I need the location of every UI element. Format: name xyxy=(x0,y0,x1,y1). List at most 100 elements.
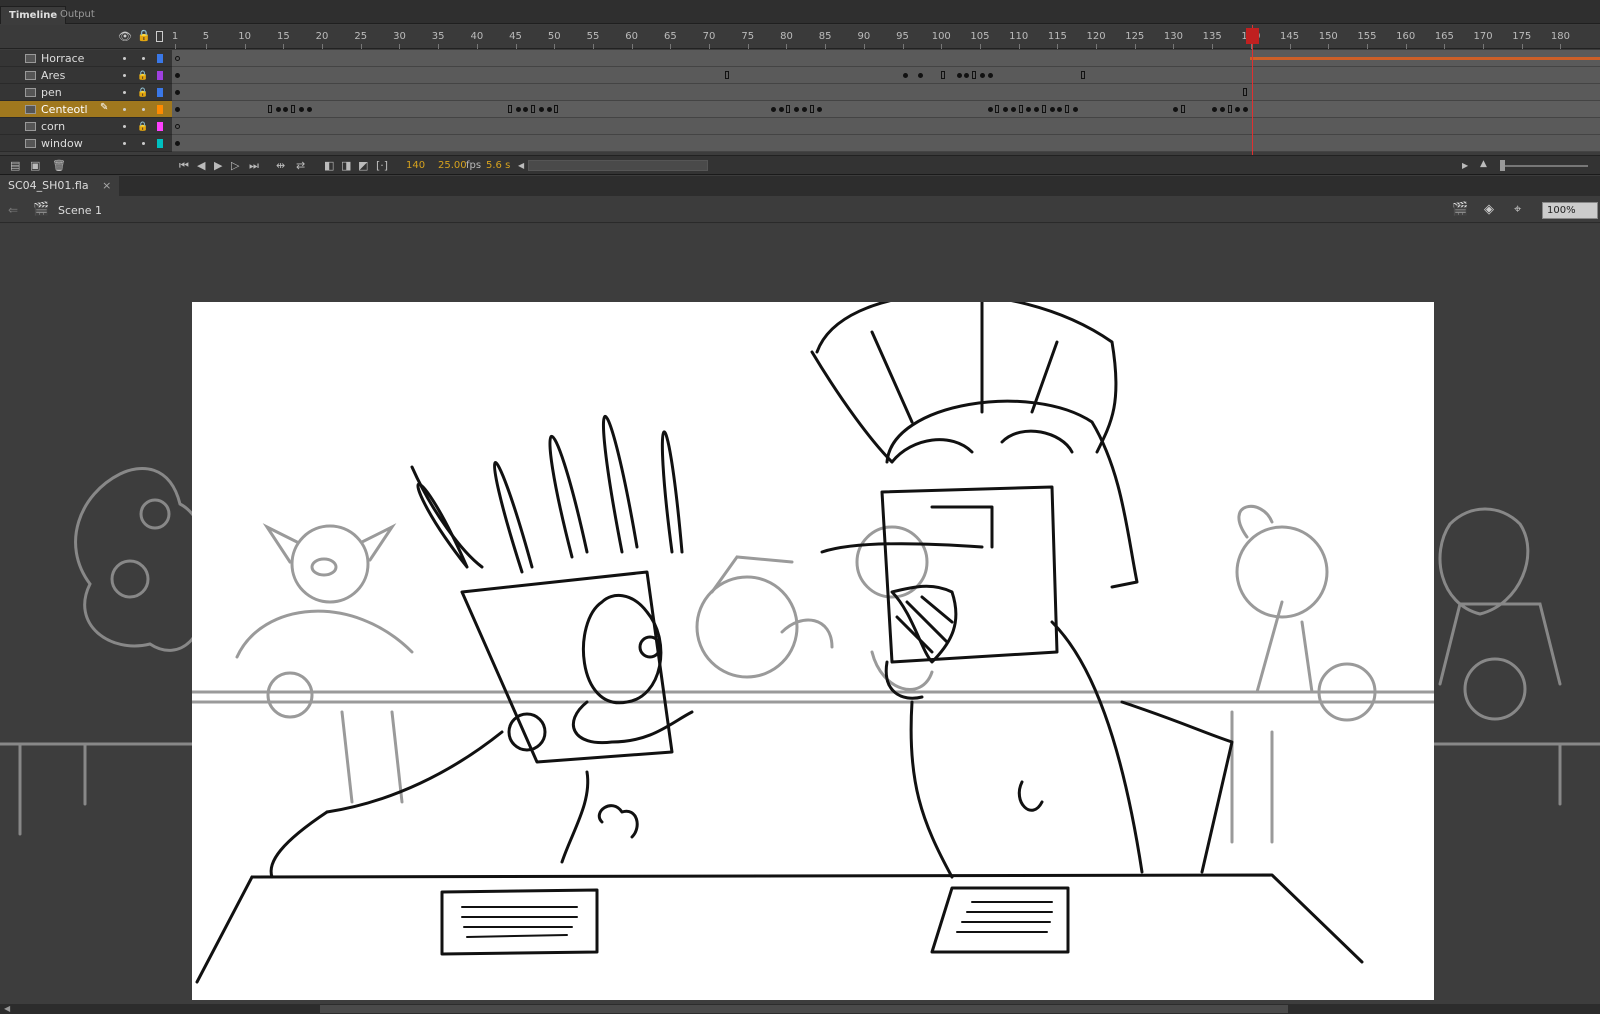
visibility-toggle[interactable] xyxy=(123,108,126,111)
keyframe[interactable] xyxy=(275,107,281,112)
keyframe[interactable] xyxy=(1034,107,1040,112)
visibility-toggle[interactable] xyxy=(123,91,126,94)
playhead[interactable] xyxy=(1246,28,1259,44)
keyframe[interactable] xyxy=(523,107,529,112)
timeline-scroll-thumb[interactable] xyxy=(528,160,708,171)
step-forward-icon[interactable]: ▷ xyxy=(231,159,239,172)
frame-number[interactable]: 45 xyxy=(509,31,522,42)
keyframe[interactable] xyxy=(1173,107,1179,112)
stage[interactable] xyxy=(190,290,1436,1000)
keyframe[interactable] xyxy=(956,73,962,78)
keyframe[interactable] xyxy=(1010,107,1016,112)
keyframe[interactable] xyxy=(1003,107,1009,112)
step-back-icon[interactable]: ◀ xyxy=(197,159,205,172)
frame-number[interactable]: 90 xyxy=(857,31,870,42)
frame-number[interactable]: 75 xyxy=(741,31,754,42)
frame-size-slider[interactable] xyxy=(1500,165,1588,167)
keyframe[interactable] xyxy=(283,107,289,112)
frame-number[interactable]: 120 xyxy=(1087,31,1106,42)
keyframe[interactable] xyxy=(267,105,272,113)
layer-row[interactable]: Horrace xyxy=(0,50,172,67)
document-tab[interactable]: SC04_SH01.fla × xyxy=(0,176,120,196)
center-stage-icon[interactable]: ⌖ xyxy=(1514,202,1521,217)
zoom-select[interactable]: 100% xyxy=(1542,202,1598,219)
scroll-left-arrow-icon[interactable]: ◀ xyxy=(4,1004,10,1013)
keyframe[interactable] xyxy=(1219,107,1225,112)
frame-number[interactable]: 135 xyxy=(1203,31,1222,42)
outline-color-swatch[interactable] xyxy=(157,139,163,148)
keyframe[interactable] xyxy=(1057,107,1063,112)
frame-number[interactable]: 115 xyxy=(1048,31,1067,42)
frame-number[interactable]: 125 xyxy=(1125,31,1144,42)
keyframe[interactable] xyxy=(724,71,729,79)
onion-skin-icon[interactable]: ◧ xyxy=(324,159,334,172)
keyframe[interactable] xyxy=(531,105,536,113)
keyframe[interactable] xyxy=(175,107,180,112)
edit-multiple-icon[interactable]: ◩ xyxy=(358,159,368,172)
frame-number[interactable]: 165 xyxy=(1435,31,1454,42)
keyframe[interactable] xyxy=(809,105,814,113)
frame-number[interactable]: 155 xyxy=(1357,31,1376,42)
layer-row[interactable]: Centeotl ✎ xyxy=(0,101,172,118)
lock-icon[interactable]: 🔒 xyxy=(137,88,148,98)
fps-value[interactable]: 25.00 xyxy=(438,160,467,171)
back-arrow-icon[interactable]: ⇐ xyxy=(8,203,18,217)
edit-symbol-icon[interactable]: ◈ xyxy=(1484,202,1494,217)
keyframe[interactable] xyxy=(175,124,180,129)
first-frame-icon[interactable]: ⏮ xyxy=(179,159,189,173)
frame-number[interactable]: 95 xyxy=(896,31,909,42)
keyframe[interactable] xyxy=(291,105,296,113)
keyframe[interactable] xyxy=(995,105,1000,113)
play-icon[interactable]: ▶ xyxy=(214,159,222,172)
keyframe[interactable] xyxy=(1243,88,1248,96)
layer-track[interactable] xyxy=(172,50,1600,67)
keyframe[interactable] xyxy=(1041,105,1046,113)
keyframe[interactable] xyxy=(175,56,180,61)
layer-track[interactable] xyxy=(172,101,1600,118)
keyframe[interactable] xyxy=(941,71,946,79)
layer-row[interactable]: Ares 🔒 xyxy=(0,67,172,84)
frame-number[interactable]: 15 xyxy=(277,31,290,42)
keyframe[interactable] xyxy=(1072,107,1078,112)
frame-number[interactable]: 145 xyxy=(1280,31,1299,42)
outline-color-swatch[interactable] xyxy=(157,105,163,114)
keyframe[interactable] xyxy=(538,107,544,112)
keyframe[interactable] xyxy=(964,73,970,78)
keyframe[interactable] xyxy=(507,105,512,113)
frame-number[interactable]: 35 xyxy=(432,31,445,42)
onion-markers-icon[interactable]: [·] xyxy=(376,159,388,172)
onion-outline-icon[interactable]: ◨ xyxy=(341,159,351,172)
frame-number[interactable]: 170 xyxy=(1474,31,1493,42)
frame-number[interactable]: 20 xyxy=(316,31,329,42)
layer-track[interactable] xyxy=(172,135,1600,152)
frame-number[interactable]: 40 xyxy=(470,31,483,42)
keyframe[interactable] xyxy=(1243,107,1249,112)
tab-output[interactable]: Output xyxy=(52,6,103,24)
layer-name[interactable]: Centeotl xyxy=(41,103,88,116)
lock-icon[interactable]: 🔒 xyxy=(137,71,148,81)
keyframe[interactable] xyxy=(794,107,800,112)
layer-name[interactable]: window xyxy=(41,137,83,150)
new-folder-icon[interactable]: ▣ xyxy=(30,159,40,172)
keyframe[interactable] xyxy=(175,73,180,78)
keyframe[interactable] xyxy=(298,107,304,112)
keyframe[interactable] xyxy=(770,107,776,112)
zoom-small-icon[interactable]: ▲ xyxy=(1480,159,1487,169)
loop-icon[interactable]: ⇄ xyxy=(296,159,305,172)
storyboard-sketch[interactable] xyxy=(190,290,1436,1000)
scroll-left-icon[interactable]: ◀ xyxy=(518,161,524,170)
keyframe[interactable] xyxy=(979,73,985,78)
scroll-right-icon[interactable]: ▶ xyxy=(1462,161,1468,170)
frame-size-handle[interactable] xyxy=(1500,160,1505,171)
keyframe[interactable] xyxy=(1181,105,1186,113)
keyframe[interactable] xyxy=(515,107,521,112)
keyframe[interactable] xyxy=(175,141,180,146)
outline-color-swatch[interactable] xyxy=(157,88,163,97)
keyframe[interactable] xyxy=(1080,71,1085,79)
frame-number[interactable]: 110 xyxy=(1009,31,1028,42)
layer-track[interactable] xyxy=(172,118,1600,135)
lock-toggle[interactable] xyxy=(142,108,145,111)
layer-row[interactable]: pen 🔒 xyxy=(0,84,172,101)
layer-row[interactable]: window xyxy=(0,135,172,152)
frame-number[interactable]: 85 xyxy=(819,31,832,42)
